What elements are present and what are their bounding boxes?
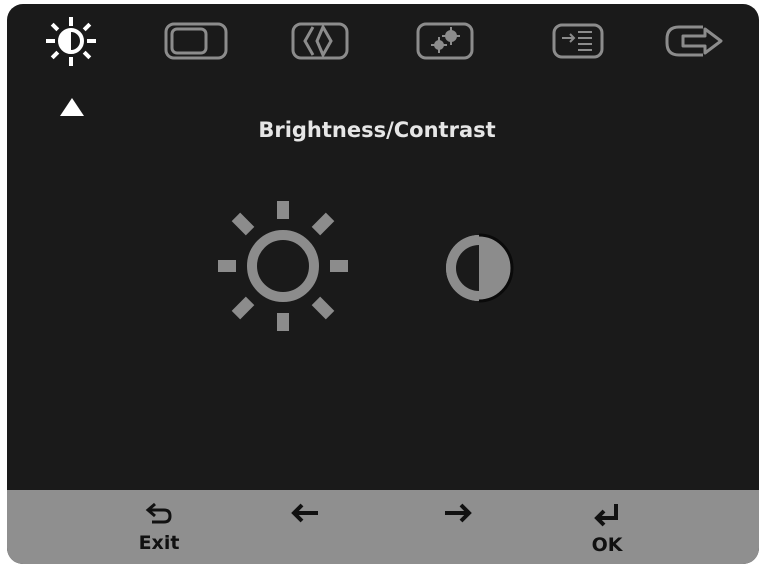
left-button[interactable] [260, 490, 350, 564]
brightness-contrast-icon [46, 17, 96, 66]
menu-item-exit[interactable] [659, 14, 729, 68]
exit-menu-icon [665, 25, 723, 57]
image-properties-icon [416, 22, 474, 60]
navigation-bar: Exit OK [7, 490, 759, 564]
contrast-control[interactable] [439, 228, 523, 316]
brightness-control[interactable] [213, 196, 353, 340]
brightness-icon [218, 201, 348, 331]
menu-item-options[interactable] [543, 14, 613, 68]
enter-icon [594, 504, 618, 527]
exit-label: Exit [138, 532, 180, 554]
menu-item-image-setup[interactable] [285, 14, 355, 68]
back-icon [145, 502, 172, 524]
menu-bar [7, 4, 759, 84]
selected-item-indicator [60, 98, 84, 116]
exit-button[interactable]: Exit [114, 490, 204, 564]
image-setup-icon [291, 22, 349, 60]
options-icon [552, 23, 604, 59]
menu-item-image-position[interactable] [161, 14, 231, 68]
ok-button[interactable]: OK [562, 490, 652, 564]
osd-menu: Brightness/Contrast Exit OK [7, 4, 759, 564]
right-button[interactable] [413, 490, 503, 564]
menu-item-image-properties[interactable] [410, 14, 480, 68]
section-title: Brightness/Contrast [258, 118, 496, 142]
menu-item-brightness-contrast[interactable] [36, 14, 106, 68]
right-arrow-icon [445, 503, 472, 523]
left-arrow-icon [291, 503, 318, 523]
image-position-icon [164, 22, 228, 60]
ok-label: OK [591, 534, 623, 556]
contrast-icon [446, 233, 514, 303]
